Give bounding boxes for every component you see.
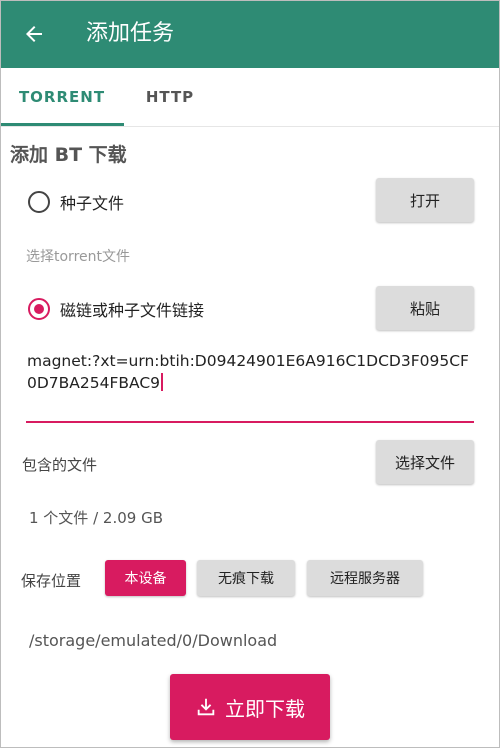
download-icon xyxy=(197,698,215,716)
app-bar: 添加任务 xyxy=(0,0,500,68)
torrent-file-hint: 选择torrent文件 xyxy=(26,249,130,265)
radio-button-unchecked[interactable] xyxy=(28,191,50,213)
section-title: 添加 BT 下载 xyxy=(10,144,127,166)
text-cursor xyxy=(161,373,164,391)
file-summary: 1 个文件 / 2.09 GB xyxy=(29,509,163,527)
save-option-device[interactable]: 本设备 xyxy=(105,560,186,596)
arrow-left-icon xyxy=(26,26,42,42)
save-path: /storage/emulated/0/Download xyxy=(29,631,278,650)
open-button[interactable]: 打开 xyxy=(376,178,474,222)
radio-button-checked[interactable] xyxy=(28,298,50,320)
download-now-label: 立即下载 xyxy=(225,696,305,721)
page-title: 添加任务 xyxy=(86,21,175,46)
paste-button[interactable]: 粘贴 xyxy=(376,286,474,330)
magnet-input-underline xyxy=(26,421,474,423)
save-option-incognito[interactable]: 无痕下载 xyxy=(197,560,295,596)
radio-torrent-file-label: 种子文件 xyxy=(60,194,125,213)
tab-http[interactable]: HTTP xyxy=(124,68,216,126)
save-location-label: 保存位置 xyxy=(21,572,82,590)
save-option-remote-server[interactable]: 远程服务器 xyxy=(307,560,423,596)
magnet-input-value: magnet:?xt=urn:btih:D09424901E6A916C1DCD… xyxy=(27,352,469,392)
files-label: 包含的文件 xyxy=(22,456,98,474)
select-files-button[interactable]: 选择文件 xyxy=(376,440,474,484)
magnet-input[interactable]: magnet:?xt=urn:btih:D09424901E6A916C1DCD… xyxy=(27,350,477,394)
tab-bar: TORRENT HTTP xyxy=(0,68,500,126)
radio-torrent-file[interactable]: 种子文件 xyxy=(28,190,124,214)
radio-magnet[interactable]: 磁链或种子文件链接 xyxy=(28,297,204,321)
radio-magnet-label: 磁链或种子文件链接 xyxy=(60,301,205,320)
back-button[interactable] xyxy=(20,20,48,48)
download-now-button[interactable]: 立即下载 xyxy=(170,674,330,740)
tab-torrent[interactable]: TORRENT xyxy=(0,68,124,126)
tabs-divider xyxy=(0,126,500,127)
